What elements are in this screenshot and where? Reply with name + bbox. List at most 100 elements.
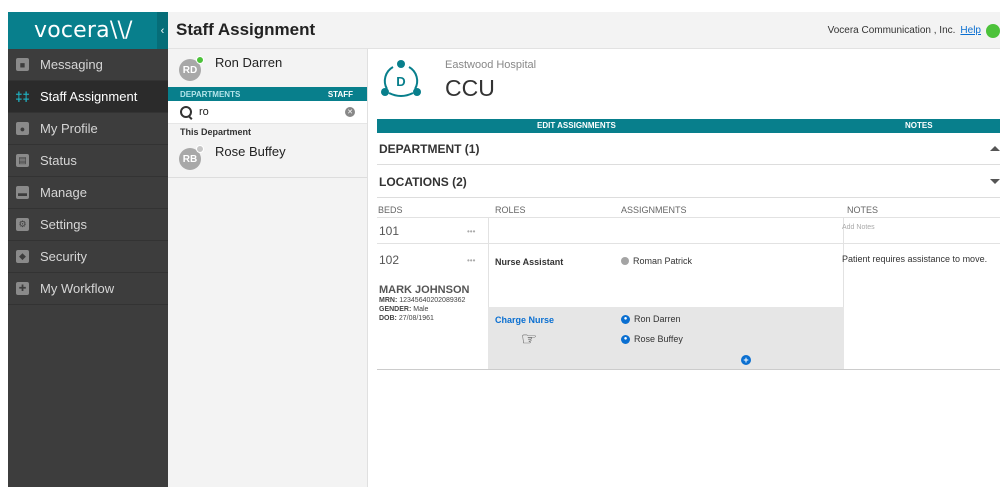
sidebar-item-label: My Workflow (40, 281, 115, 296)
brand-bar: vocera\\/ ‹ (8, 12, 168, 49)
more-options-icon[interactable]: ••• (467, 227, 475, 236)
manage-icon: ▬ (16, 186, 29, 199)
notes-button[interactable]: NOTES (905, 119, 933, 133)
clear-search-icon[interactable]: ✕ (345, 107, 355, 117)
offline-presence-icon (621, 257, 629, 265)
online-presence-icon (196, 56, 204, 64)
role-nurse-assistant: Nurse Assistant (495, 257, 564, 267)
gender-value: Male (413, 306, 429, 313)
chevron-left-icon[interactable]: ‹ (157, 12, 168, 49)
staff-result-item[interactable]: RB Rose Buffey (168, 138, 367, 176)
sidebar-item-security[interactable]: ◆ Security (8, 241, 168, 273)
sidebar-item-label: Settings (40, 217, 87, 232)
sidebar-item-my-workflow[interactable]: ✚ My Workflow (8, 273, 168, 305)
edit-assignments-button[interactable]: EDIT ASSIGNMENTS (537, 119, 616, 133)
patient-mrn: MRN: 12345640202089362 (379, 296, 469, 305)
current-user[interactable]: RD Ron Darren (168, 49, 367, 87)
add-notes-input[interactable]: Add Notes (842, 224, 875, 231)
more-options-icon[interactable]: ••• (467, 256, 475, 265)
shield-icon: ◆ (16, 250, 29, 263)
sidebar-item-status[interactable]: ▤ Status (8, 145, 168, 177)
tab-departments[interactable]: DEPARTMENTS (180, 90, 240, 99)
unit-logo-letter: D (396, 74, 405, 89)
sidebar: ■ Messaging ‡‡ Staff Assignment ● My Pro… (8, 49, 168, 487)
patient-gender: GENDER: Male (379, 305, 469, 314)
avatar-initials: RD (182, 64, 198, 76)
collapse-arrow-icon[interactable] (990, 146, 1000, 151)
gender-label: GENDER: (379, 306, 412, 313)
vocera-logo: vocera\\/ (34, 18, 133, 43)
sidebar-item-label: Security (40, 249, 87, 264)
page-title: Staff Assignment (176, 20, 316, 39)
current-user-name: Ron Darren (215, 55, 283, 70)
staff-assignment-icon: ‡‡ (15, 89, 30, 104)
assignee-name: Roman Patrick (633, 256, 693, 266)
patient-dob: DOB: 27/08/1961 (379, 314, 469, 323)
mrn-value: 12345640202089362 (399, 297, 466, 304)
assignee-ron-darren[interactable]: ● Ron Darren (621, 314, 681, 324)
column-header-notes: NOTES (847, 205, 879, 215)
hand-cursor-icon: ☞ (521, 329, 538, 349)
help-link[interactable]: Help (960, 25, 981, 36)
expand-arrow-icon[interactable] (990, 179, 1000, 184)
sidebar-item-settings[interactable]: ⚙ Settings (8, 209, 168, 241)
sidebar-item-staff-assignment[interactable]: ‡‡ Staff Assignment (8, 81, 168, 113)
department-accordion-label: DEPARTMENT (1) (379, 141, 480, 156)
sidebar-item-label: Staff Assignment (40, 89, 138, 104)
sidebar-item-manage[interactable]: ▬ Manage (8, 177, 168, 209)
sidebar-item-messaging[interactable]: ■ Messaging (8, 49, 168, 81)
row-divider (377, 217, 1000, 218)
hospital-name: Eastwood Hospital (445, 59, 537, 71)
tab-staff[interactable]: STAFF (328, 90, 353, 99)
locations-accordion-label: LOCATIONS (2) (379, 174, 467, 189)
locations-accordion[interactable]: LOCATIONS (2) (377, 166, 1000, 198)
user-badge-icon: ● (621, 314, 630, 324)
search-icon (180, 105, 193, 119)
offline-presence-icon (196, 145, 204, 153)
sidebar-item-label: My Profile (40, 121, 98, 136)
panel-tabs: DEPARTMENTS STAFF (168, 87, 367, 101)
assignee-name: Ron Darren (634, 314, 681, 324)
department-accordion[interactable]: DEPARTMENT (1) (377, 133, 1000, 165)
online-status-icon[interactable] (986, 23, 1000, 38)
bed-102[interactable]: 102 (379, 253, 399, 267)
workflow-icon: ✚ (16, 282, 29, 295)
divider (168, 177, 367, 178)
gear-icon: ⚙ (16, 218, 29, 231)
sidebar-item-label: Status (40, 153, 77, 168)
add-assignee-button[interactable]: + (741, 355, 751, 365)
company-name: Vocera Communication , Inc. (827, 25, 956, 36)
column-header-assignments: ASSIGNMENTS (621, 205, 687, 215)
column-header-roles: ROLES (495, 205, 526, 215)
unit-name: CCU (445, 75, 495, 101)
sidebar-item-label: Messaging (40, 57, 103, 72)
assignee-roman-patrick[interactable]: Roman Patrick (621, 256, 692, 266)
assignee-name: Rose Buffey (634, 334, 683, 344)
search-input[interactable] (199, 106, 339, 118)
page-header: Staff Assignment Vocera Communication , … (168, 12, 1000, 49)
patient-note[interactable]: Patient requires assistance to move. (842, 254, 987, 264)
sidebar-item-label: Manage (40, 185, 87, 200)
unit-logo-icon: D (381, 60, 421, 97)
staff-result-name: Rose Buffey (215, 144, 286, 159)
column-header-beds: BEDS (378, 205, 403, 215)
header-right: Vocera Communication , Inc. Help (828, 12, 1000, 49)
assignment-bar: EDIT ASSIGNMENTS NOTES (377, 119, 1000, 133)
search-bar: ✕ (168, 101, 367, 124)
assignee-rose-buffey[interactable]: ● Rose Buffey (621, 334, 683, 344)
profile-icon: ● (16, 122, 29, 135)
avatar: RB (179, 145, 204, 170)
dob-label: DOB: (379, 315, 397, 322)
patient-name: MARK JOHNSON (379, 284, 470, 296)
avatar: RD (179, 56, 204, 81)
avatar-initials: RB (182, 153, 198, 165)
role-charge-nurse-link[interactable]: Charge Nurse (495, 315, 554, 325)
user-badge-icon: ● (621, 334, 630, 344)
section-label-this-department: This Department (180, 127, 252, 137)
staff-panel: RD Ron Darren DEPARTMENTS STAFF ✕ This D… (168, 49, 368, 487)
patient-info: MARK JOHNSON MRN: 12345640202089362 GEND… (379, 284, 469, 323)
row-divider (377, 243, 1000, 244)
message-icon: ■ (16, 58, 29, 71)
sidebar-item-my-profile[interactable]: ● My Profile (8, 113, 168, 145)
bed-101[interactable]: 101 (379, 224, 399, 238)
